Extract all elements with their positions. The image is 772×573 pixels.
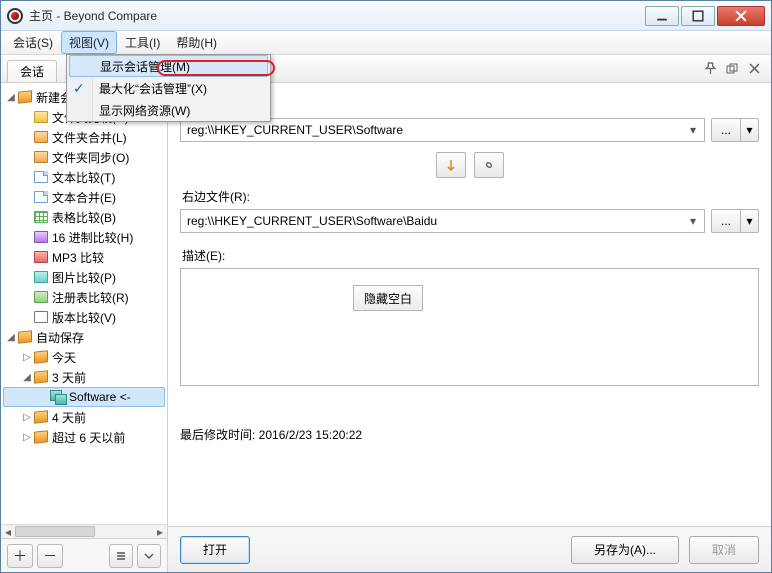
menu-help[interactable]: 帮助(H): [168, 31, 225, 54]
check-icon: ✓: [73, 80, 85, 97]
sidebar: 会话 ◢新建会话 文件夹比较(C) 文件夹合并(L) 文件夹同步(O) 文本比较…: [1, 55, 168, 572]
left-file-value: reg:\\HKEY_CURRENT_USER\Software: [187, 123, 403, 137]
minimize-button[interactable]: [645, 6, 679, 26]
expand-all-button[interactable]: [109, 544, 133, 568]
menu-item-label: 显示网络资源(W): [99, 102, 190, 119]
menu-tools[interactable]: 工具(I): [117, 31, 168, 54]
menu-session[interactable]: 会话(S): [5, 31, 61, 54]
right-file-value: reg:\\HKEY_CURRENT_USER\Software\Baidu: [187, 214, 437, 228]
tree-autosave[interactable]: ◢自动保存: [3, 327, 165, 347]
menu-item-label: 最大化“会话管理”(X): [99, 80, 207, 97]
open-button[interactable]: 打开: [180, 536, 250, 564]
tree-4-days-ago[interactable]: ▷4 天前: [3, 407, 165, 427]
view-dropdown: 显示会话管理(M) ✓ 最大化“会话管理”(X) 显示网络资源(W): [66, 54, 271, 122]
menu-view[interactable]: 视图(V): [61, 31, 117, 54]
tree-table-compare[interactable]: 表格比较(B): [3, 207, 165, 227]
tree-folder-merge[interactable]: 文件夹合并(L): [3, 127, 165, 147]
description-textarea[interactable]: 隐藏空白: [180, 268, 759, 386]
session-tree[interactable]: ◢新建会话 文件夹比较(C) 文件夹合并(L) 文件夹同步(O) 文本比较(T)…: [1, 83, 167, 524]
tree-text-merge[interactable]: 文本合并(E): [3, 187, 165, 207]
tree-mp3-compare[interactable]: MP3 比较: [3, 247, 165, 267]
tree-today[interactable]: ▷今天: [3, 347, 165, 367]
last-modified: 最后修改时间: 2016/2/23 15:20:22: [180, 426, 759, 443]
tree-picture-compare[interactable]: 图片比较(P): [3, 267, 165, 287]
right-file-label: 右边文件(R):: [182, 188, 759, 205]
chevron-down-icon[interactable]: ▾: [684, 212, 702, 230]
remove-session-button[interactable]: －: [37, 544, 63, 568]
menu-item-label: 显示会话管理(M): [100, 58, 190, 75]
popout-icon[interactable]: [723, 60, 741, 78]
pin-icon[interactable]: [701, 60, 719, 78]
menubar: 会话(S) 视图(V) 工具(I) 帮助(H): [1, 31, 771, 55]
left-browse-button[interactable]: ...: [711, 118, 741, 142]
tree-folder-sync[interactable]: 文件夹同步(O): [3, 147, 165, 167]
maximize-button[interactable]: [681, 6, 715, 26]
left-browse-dropdown[interactable]: ▾: [741, 118, 759, 142]
tree-hex-compare[interactable]: 16 进制比较(H): [3, 227, 165, 247]
right-file-combo[interactable]: reg:\\HKEY_CURRENT_USER\Software\Baidu ▾: [180, 209, 705, 233]
main-panel: --> Baidu 左边文件(L): reg:\\HKEY_CURRENT_US…: [168, 55, 771, 572]
menu-maximize-session-manager[interactable]: ✓ 最大化“会话管理”(X): [67, 77, 270, 99]
menu-show-session-manager[interactable]: 显示会话管理(M): [69, 55, 268, 77]
save-as-button[interactable]: 另存为(A)...: [571, 536, 679, 564]
link-sides-button[interactable]: [474, 152, 504, 178]
chevron-down-icon[interactable]: ▾: [684, 121, 702, 139]
titlebar: 主页 - Beyond Compare: [1, 1, 771, 31]
tree-registry-compare[interactable]: 注册表比较(R): [3, 287, 165, 307]
window-title: 主页 - Beyond Compare: [29, 7, 157, 24]
close-panel-icon[interactable]: [745, 60, 763, 78]
description-label: 描述(E):: [182, 247, 759, 264]
tree-over-6-days[interactable]: ▷超过 6 天以前: [3, 427, 165, 447]
tree-3-days-ago[interactable]: ◢3 天前: [3, 367, 165, 387]
right-browse-dropdown[interactable]: ▾: [741, 209, 759, 233]
hide-blank-button[interactable]: 隐藏空白: [353, 285, 423, 311]
sidebar-tab-sessions[interactable]: 会话: [7, 60, 57, 82]
menu-show-network-resources[interactable]: 显示网络资源(W): [67, 99, 270, 121]
swap-sides-button[interactable]: [436, 152, 466, 178]
cancel-button[interactable]: 取消: [689, 536, 759, 564]
add-session-button[interactable]: ＋: [7, 544, 33, 568]
tree-version-compare[interactable]: 版本比较(V): [3, 307, 165, 327]
collapse-all-button[interactable]: [137, 544, 161, 568]
tree-software-item[interactable]: Software <-: [3, 387, 165, 407]
tree-text-compare[interactable]: 文本比较(T): [3, 167, 165, 187]
scroll-right-icon[interactable]: ▸: [153, 525, 167, 538]
close-button[interactable]: [717, 6, 765, 26]
app-icon: [7, 8, 23, 24]
sidebar-hscrollbar[interactable]: ◂ ▸: [1, 524, 167, 538]
scroll-thumb[interactable]: [15, 526, 95, 537]
right-browse-button[interactable]: ...: [711, 209, 741, 233]
scroll-left-icon[interactable]: ◂: [1, 525, 15, 538]
